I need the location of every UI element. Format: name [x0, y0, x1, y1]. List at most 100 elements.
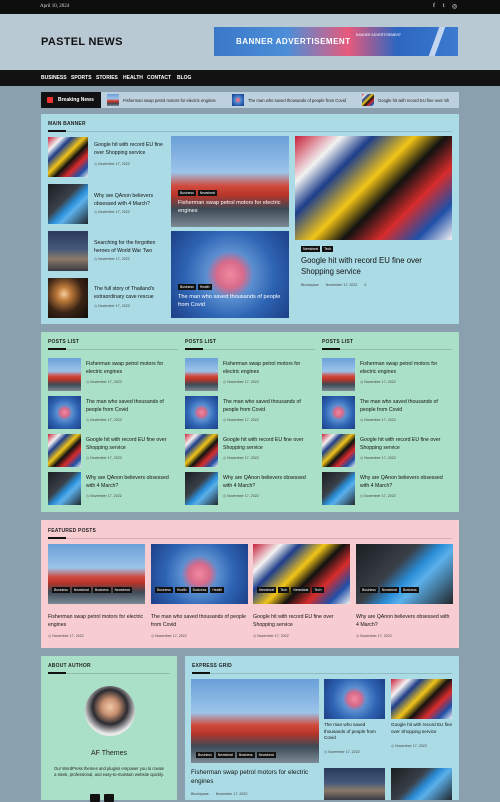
- category-tag[interactable]: Business: [178, 190, 196, 196]
- instagram-icon[interactable]: ◎: [452, 3, 457, 10]
- post-title[interactable]: Google hit with record EU fine over Shop…: [86, 437, 178, 452]
- facebook-icon[interactable]: [90, 794, 100, 802]
- post-title[interactable]: Fisherman swap petrol motors for electri…: [178, 199, 282, 215]
- banner-ad[interactable]: BANNER ADVERTISEMENT BANNER ADVERTISEMEN…: [214, 27, 458, 56]
- post-title[interactable]: Why are QAnon believers obsessed with 4 …: [94, 193, 166, 208]
- category-tag[interactable]: Business: [236, 752, 255, 758]
- post-title[interactable]: Google hit with record EU fine over Shop…: [391, 722, 453, 735]
- post-title[interactable]: Fisherman swap petrol motors for electri…: [86, 361, 178, 376]
- category-tag[interactable]: Business: [92, 587, 111, 593]
- author-name[interactable]: Blockspare: [191, 792, 209, 796]
- category-tag[interactable]: Business: [196, 752, 214, 758]
- post-title[interactable]: Why are QAnon believers obsessed with 4 …: [356, 614, 453, 629]
- nav-item-business[interactable]: BUSINESS: [41, 75, 67, 81]
- post-thumbnail[interactable]: [324, 768, 385, 800]
- feature-image[interactable]: [295, 136, 452, 240]
- category-tag[interactable]: Business: [52, 587, 70, 593]
- post-thumbnail[interactable]: [48, 472, 81, 505]
- category-tag[interactable]: Newsbeat: [71, 587, 91, 593]
- site-title[interactable]: PASTEL NEWS: [41, 36, 123, 48]
- post-date: November 17, 2022: [48, 634, 84, 638]
- post-title[interactable]: The full story of Thailand's extraordina…: [94, 286, 166, 301]
- category-tag[interactable]: Tech: [278, 587, 290, 593]
- post-card-image[interactable]: Business Health Business Health: [151, 544, 248, 604]
- comment-count[interactable]: 0: [364, 283, 366, 287]
- category-tag[interactable]: Newsbeat: [215, 752, 235, 758]
- post-date: November 17, 2022: [94, 304, 130, 308]
- ticker-item-text: Fisherman swap petrol motors for electri…: [123, 98, 216, 103]
- nav-item-contact[interactable]: CONTACT: [147, 75, 171, 81]
- category-tag[interactable]: Health: [174, 587, 189, 593]
- post-card-image[interactable]: Business Health The man who saved thousa…: [171, 231, 289, 318]
- category-tag[interactable]: Newsbeat: [112, 587, 132, 593]
- post-title[interactable]: The man who saved thousands of people fr…: [178, 293, 282, 309]
- post-thumbnail[interactable]: [48, 184, 88, 224]
- post-thumbnail[interactable]: [322, 434, 355, 467]
- twitter-icon[interactable]: [104, 794, 114, 802]
- category-tag[interactable]: Business: [190, 587, 209, 593]
- post-thumbnail[interactable]: [48, 137, 88, 177]
- post-thumbnail[interactable]: [48, 358, 81, 391]
- post-thumbnail[interactable]: [185, 434, 218, 467]
- post-thumbnail[interactable]: [322, 472, 355, 505]
- feature-meta: Blockspare November 17, 2022 0: [301, 283, 366, 287]
- post-title[interactable]: Fisherman swap petrol motors for electri…: [48, 614, 145, 629]
- category-tag[interactable]: Tech: [322, 246, 334, 252]
- category-tag[interactable]: Business: [360, 587, 378, 593]
- post-title[interactable]: The man who saved thousands of people fr…: [360, 399, 452, 414]
- post-thumbnail[interactable]: [391, 768, 452, 800]
- post-title[interactable]: Fisherman swap petrol motors for electri…: [191, 768, 319, 787]
- post-thumbnail[interactable]: [322, 396, 355, 429]
- post-thumbnail[interactable]: [185, 396, 218, 429]
- nav-item-sports[interactable]: SPORTS: [71, 75, 92, 81]
- nav-item-health[interactable]: HEALTH: [123, 75, 143, 81]
- author-name[interactable]: Blockspare: [301, 283, 319, 287]
- post-thumbnail[interactable]: [48, 231, 88, 271]
- post-title[interactable]: Google hit with record EU fine over Shop…: [94, 142, 166, 157]
- nav-item-stories[interactable]: STORIES: [96, 75, 118, 81]
- category-tag[interactable]: Business: [155, 587, 173, 593]
- post-title[interactable]: Why are QAnon believers obsessed with 4 …: [223, 475, 315, 490]
- post-title[interactable]: The man who saved thousands of people fr…: [86, 399, 178, 414]
- post-date: November 17, 2022: [223, 494, 259, 498]
- category-tag[interactable]: Tech: [312, 587, 324, 593]
- post-title[interactable]: Google hit with record EU fine over Shop…: [360, 437, 452, 452]
- post-thumbnail[interactable]: [391, 679, 452, 719]
- post-thumbnail[interactable]: [322, 358, 355, 391]
- category-tag[interactable]: Health: [197, 284, 212, 290]
- post-card-image[interactable]: Business Newsbeat Business: [356, 544, 453, 604]
- twitter-icon[interactable]: t: [443, 3, 445, 9]
- post-title[interactable]: Fisherman swap petrol motors for electri…: [360, 361, 452, 376]
- post-title[interactable]: The man who saved thousands of people fr…: [151, 614, 248, 629]
- post-title[interactable]: Searching for the forgotten heroes of Wo…: [94, 240, 166, 255]
- post-card-image[interactable]: Business Newsbeat Business Newsbeat: [48, 544, 145, 604]
- post-title[interactable]: The man who saved thousands of people fr…: [324, 722, 386, 742]
- post-thumbnail[interactable]: [324, 679, 385, 719]
- category-tag[interactable]: Business: [400, 587, 419, 593]
- category-tag[interactable]: Newsbeat: [257, 587, 277, 593]
- post-title[interactable]: Why are QAnon believers obsessed with 4 …: [360, 475, 452, 490]
- facebook-icon[interactable]: f: [433, 3, 435, 9]
- post-card-image[interactable]: Newsbeat Tech Newsbeat Tech: [253, 544, 350, 604]
- nav-item-blog[interactable]: BLOG: [177, 75, 191, 81]
- category-tag[interactable]: Business: [178, 284, 196, 290]
- post-title[interactable]: Fisherman swap petrol motors for electri…: [223, 361, 315, 376]
- post-title[interactable]: Why are QAnon believers obsessed with 4 …: [86, 475, 178, 490]
- post-card-image[interactable]: Business Newsbeat Fisherman swap petrol …: [171, 136, 289, 227]
- post-title[interactable]: Google hit with record EU fine over Shop…: [223, 437, 315, 452]
- category-tag[interactable]: Newsbeat: [197, 190, 217, 196]
- category-tag[interactable]: Newsbeat: [291, 587, 311, 593]
- post-thumbnail[interactable]: [185, 358, 218, 391]
- post-card-image[interactable]: [191, 679, 319, 763]
- category-tag[interactable]: Newsbeat: [256, 752, 276, 758]
- category-tag[interactable]: Newsbeat: [379, 587, 399, 593]
- post-thumbnail[interactable]: [48, 434, 81, 467]
- post-title[interactable]: The man who saved thousands of people fr…: [223, 399, 315, 414]
- category-tag[interactable]: Health: [210, 587, 225, 593]
- feature-title[interactable]: Google hit with record EU fine over Shop…: [301, 255, 447, 278]
- post-title[interactable]: Google hit with record EU fine over Shop…: [253, 614, 350, 629]
- category-tag[interactable]: Newsbeat: [301, 246, 321, 252]
- post-thumbnail[interactable]: [48, 278, 88, 318]
- post-thumbnail[interactable]: [48, 396, 81, 429]
- post-thumbnail[interactable]: [185, 472, 218, 505]
